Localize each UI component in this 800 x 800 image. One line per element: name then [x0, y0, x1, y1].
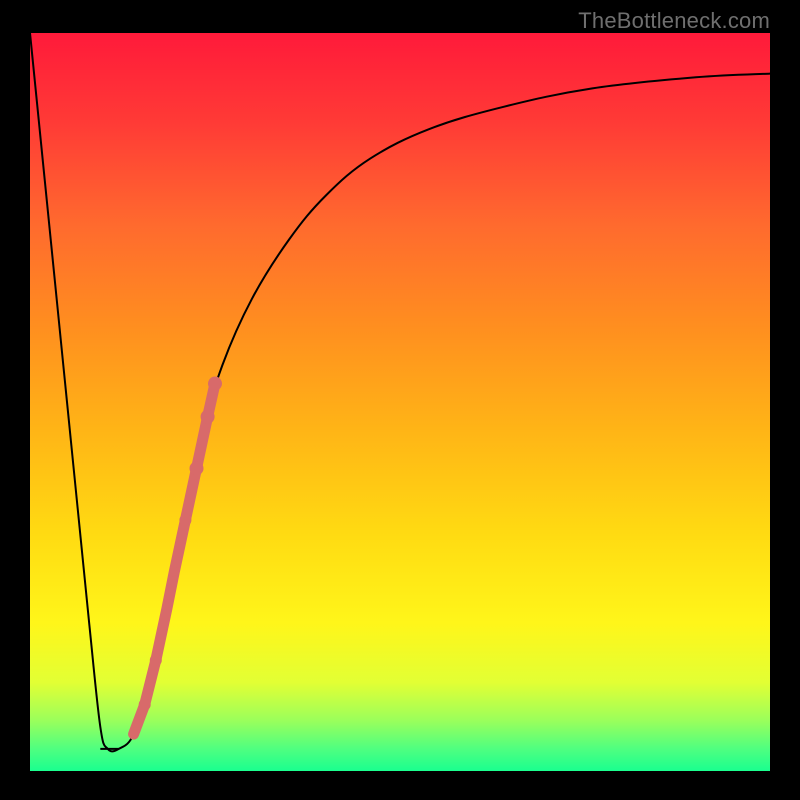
sample-dot	[201, 410, 215, 424]
sample-dot	[139, 699, 151, 711]
sample-dots-connector	[134, 384, 215, 735]
sample-dot	[169, 567, 179, 577]
bottleneck-curve-path	[30, 33, 770, 751]
sample-dots	[129, 377, 222, 740]
bottleneck-curve	[30, 33, 770, 751]
chart-svg	[30, 33, 770, 771]
sample-dot	[208, 377, 222, 391]
watermark-text: TheBottleneck.com	[578, 8, 770, 34]
chart-stage: TheBottleneck.com	[0, 0, 800, 800]
sample-dot	[129, 729, 139, 739]
sample-dot	[179, 514, 191, 526]
sample-dot	[150, 654, 162, 666]
sample-dot	[190, 461, 204, 475]
sample-dot	[162, 604, 172, 614]
